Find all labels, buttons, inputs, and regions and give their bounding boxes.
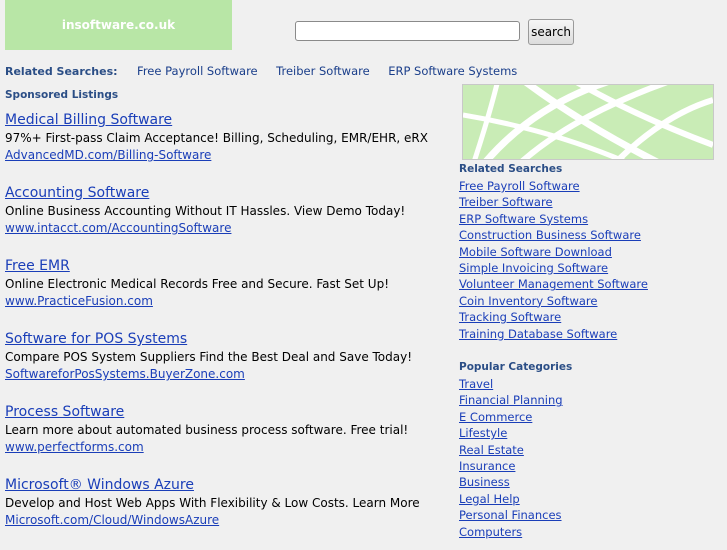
- list-item: Treiber Software: [459, 194, 648, 210]
- listing-title[interactable]: Medical Billing Software: [5, 112, 445, 129]
- list-item: Real Estate: [459, 442, 563, 458]
- list-item: Travel: [459, 376, 563, 392]
- listing-description: 97%+ First-pass Claim Acceptance! Billin…: [5, 131, 428, 145]
- site-logo[interactable]: insoftware.co.uk: [5, 0, 232, 50]
- listing: Medical Billing Software 97%+ First-pass…: [5, 112, 445, 185]
- list-item: Training Database Software: [459, 326, 648, 342]
- list-item: Legal Help: [459, 491, 563, 507]
- listing-url[interactable]: AdvancedMD.com/Billing-Software: [5, 147, 445, 163]
- search-input[interactable]: [295, 21, 520, 41]
- sponsored-listings-heading: Sponsored Listings: [5, 89, 119, 101]
- popular-category-link[interactable]: E Commerce: [459, 410, 532, 424]
- sponsored-listings: Medical Billing Software 97%+ First-pass…: [5, 112, 445, 550]
- sidebar-popular-heading: Popular Categories: [459, 361, 573, 373]
- listing-title[interactable]: Microsoft® Windows Azure: [5, 477, 445, 494]
- list-item: Volunteer Management Software: [459, 276, 648, 292]
- list-item: ERP Software Systems: [459, 211, 648, 227]
- popular-category-link[interactable]: Lifestyle: [459, 426, 507, 440]
- listing-url[interactable]: www.perfectforms.com: [5, 439, 445, 455]
- listing-description: Online Business Accounting Without IT Ha…: [5, 204, 406, 218]
- sidebar-popular-list: Travel Financial Planning E Commerce Lif…: [459, 376, 563, 540]
- sidebar-related-list: Free Payroll Software Treiber Software E…: [459, 178, 648, 342]
- logo-text: insoftware.co.uk: [61, 18, 176, 32]
- green-banner-image: [462, 84, 714, 160]
- related-searches-bar: Related Searches: Free Payroll Software …: [5, 64, 532, 78]
- listing-title[interactable]: Free EMR: [5, 258, 445, 275]
- popular-category-link[interactable]: Legal Help: [459, 492, 520, 506]
- listing-description: Online Electronic Medical Records Free a…: [5, 277, 390, 291]
- sidebar-related-link[interactable]: Free Payroll Software: [459, 179, 580, 193]
- list-item: Mobile Software Download: [459, 244, 648, 260]
- popular-category-link[interactable]: Business: [459, 475, 510, 489]
- popular-category-link[interactable]: Travel: [459, 377, 493, 391]
- listing-description: Develop and Host Web Apps With Flexibili…: [5, 496, 420, 510]
- listing-title[interactable]: Process Software: [5, 404, 445, 421]
- listing-title[interactable]: Software for POS Systems: [5, 331, 445, 348]
- sidebar-related-link[interactable]: Treiber Software: [459, 195, 553, 209]
- listing-url[interactable]: Microsoft.com/Cloud/WindowsAzure: [5, 512, 445, 528]
- popular-category-link[interactable]: Insurance: [459, 459, 515, 473]
- sidebar-related-link[interactable]: Construction Business Software: [459, 228, 641, 242]
- search-button[interactable]: search: [528, 19, 574, 45]
- list-item: Business: [459, 474, 563, 490]
- sidebar-related-link[interactable]: ERP Software Systems: [459, 212, 588, 226]
- related-searches-label: Related Searches:: [5, 65, 118, 78]
- related-link[interactable]: ERP Software Systems: [388, 64, 517, 78]
- related-link[interactable]: Treiber Software: [276, 64, 370, 78]
- related-link[interactable]: Free Payroll Software: [137, 64, 258, 78]
- listing: Microsoft® Windows Azure Develop and Hos…: [5, 477, 445, 550]
- list-item: Simple Invoicing Software: [459, 260, 648, 276]
- list-item: Construction Business Software: [459, 227, 648, 243]
- popular-category-link[interactable]: Computers: [459, 525, 522, 539]
- list-item: Insurance: [459, 458, 563, 474]
- sidebar-related-link[interactable]: Coin Inventory Software: [459, 294, 597, 308]
- list-item: Tracking Software: [459, 309, 648, 325]
- listing-url[interactable]: www.PracticeFusion.com: [5, 293, 445, 309]
- listing: Software for POS Systems Compare POS Sys…: [5, 331, 445, 404]
- listing-description: Learn more about automated business proc…: [5, 423, 409, 437]
- listing-url[interactable]: SoftwareforPosSystems.BuyerZone.com: [5, 366, 445, 382]
- listing-description: Compare POS System Suppliers Find the Be…: [5, 350, 413, 364]
- popular-category-link[interactable]: Personal Finances: [459, 508, 562, 522]
- listing: Process Software Learn more about automa…: [5, 404, 445, 477]
- list-item: Financial Planning: [459, 392, 563, 408]
- list-item: E Commerce: [459, 409, 563, 425]
- sidebar-related-link[interactable]: Mobile Software Download: [459, 245, 612, 259]
- listing-title[interactable]: Accounting Software: [5, 185, 445, 202]
- sidebar-related-link[interactable]: Tracking Software: [459, 310, 561, 324]
- list-item: Free Payroll Software: [459, 178, 648, 194]
- sidebar-related-link[interactable]: Volunteer Management Software: [459, 277, 648, 291]
- sidebar-related-link[interactable]: Simple Invoicing Software: [459, 261, 608, 275]
- list-item: Lifestyle: [459, 425, 563, 441]
- list-item: Personal Finances: [459, 507, 563, 523]
- listing: Accounting Software Online Business Acco…: [5, 185, 445, 258]
- listing-url[interactable]: www.intacct.com/AccountingSoftware: [5, 220, 445, 236]
- list-item: Coin Inventory Software: [459, 293, 648, 309]
- popular-category-link[interactable]: Real Estate: [459, 443, 524, 457]
- listing: Free EMR Online Electronic Medical Recor…: [5, 258, 445, 331]
- swirl-graphic: [463, 85, 713, 159]
- popular-category-link[interactable]: Financial Planning: [459, 393, 563, 407]
- sidebar-related-heading: Related Searches: [459, 163, 563, 175]
- sidebar-related-link[interactable]: Training Database Software: [459, 327, 617, 341]
- list-item: Computers: [459, 524, 563, 540]
